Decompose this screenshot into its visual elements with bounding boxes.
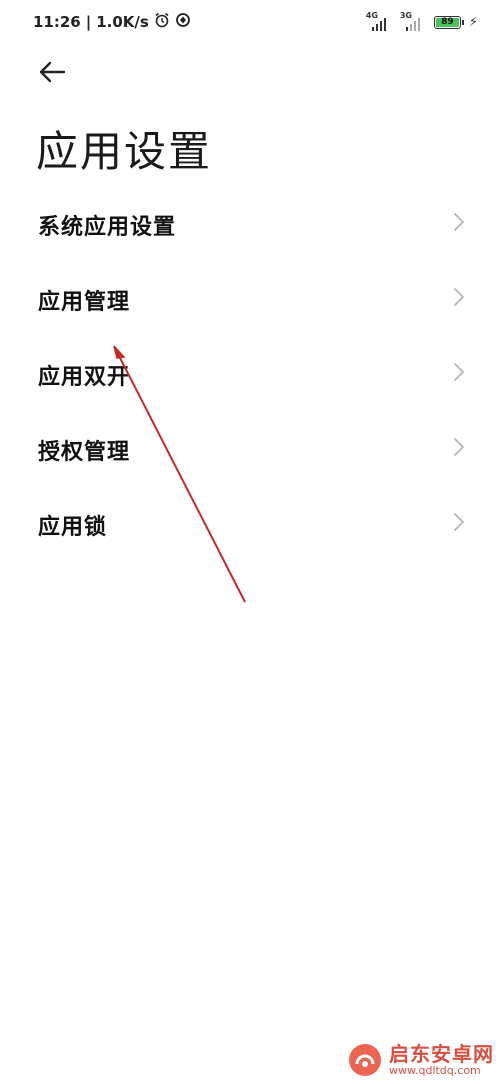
list-item-app-management[interactable]: 应用管理 <box>0 260 500 335</box>
list-item-label: 应用双开 <box>38 365 131 390</box>
status-time: 11:26 <box>33 13 81 31</box>
watermark-title: 启东安卓网 <box>389 1041 494 1066</box>
data-saver-icon <box>175 12 191 32</box>
charging-icon: ⚡ <box>468 14 478 30</box>
back-button[interactable] <box>30 52 78 92</box>
chevron-right-icon <box>454 438 464 456</box>
alarm-icon <box>154 12 170 32</box>
battery-icon: 89 <box>433 15 464 29</box>
watermark: 启东安卓网 www.qdltdq.com <box>347 1042 494 1078</box>
list-item-permissions[interactable]: 授权管理 <box>0 410 500 485</box>
list-item-app-lock[interactable]: 应用锁 <box>0 485 500 560</box>
list-item-label: 应用管理 <box>38 290 131 315</box>
arrow-left-icon <box>39 61 66 83</box>
list-item-system-app-settings[interactable]: 系统应用设置 <box>0 185 500 260</box>
net-speed: 1.0K/s <box>96 13 149 31</box>
battery-level: 89 <box>435 17 459 27</box>
status-bar: 11:26 | 1.0K/s 4G 3G 89 ⚡ <box>0 0 500 42</box>
status-separator: | <box>85 13 92 31</box>
settings-list: 系统应用设置 应用管理 应用双开 授权管理 应用锁 <box>0 185 500 560</box>
page-title: 应用设置 <box>36 127 213 176</box>
chevron-right-icon <box>454 213 464 231</box>
signal-3g-icon: 3G <box>400 11 426 31</box>
chevron-right-icon <box>454 288 464 306</box>
chevron-right-icon <box>454 513 464 531</box>
watermark-url: www.qdltdq.com <box>389 1063 481 1077</box>
chevron-right-icon <box>454 363 464 381</box>
status-left: 11:26 | 1.0K/s <box>33 11 191 33</box>
signal-4g-icon: 4G <box>366 11 392 31</box>
list-item-label: 应用锁 <box>38 515 108 540</box>
status-right: 4G 3G 89 ⚡ <box>366 11 478 33</box>
list-item-dual-apps[interactable]: 应用双开 <box>0 335 500 410</box>
list-item-label: 系统应用设置 <box>38 215 177 240</box>
watermark-logo-icon <box>349 1044 381 1076</box>
list-item-label: 授权管理 <box>38 440 131 465</box>
